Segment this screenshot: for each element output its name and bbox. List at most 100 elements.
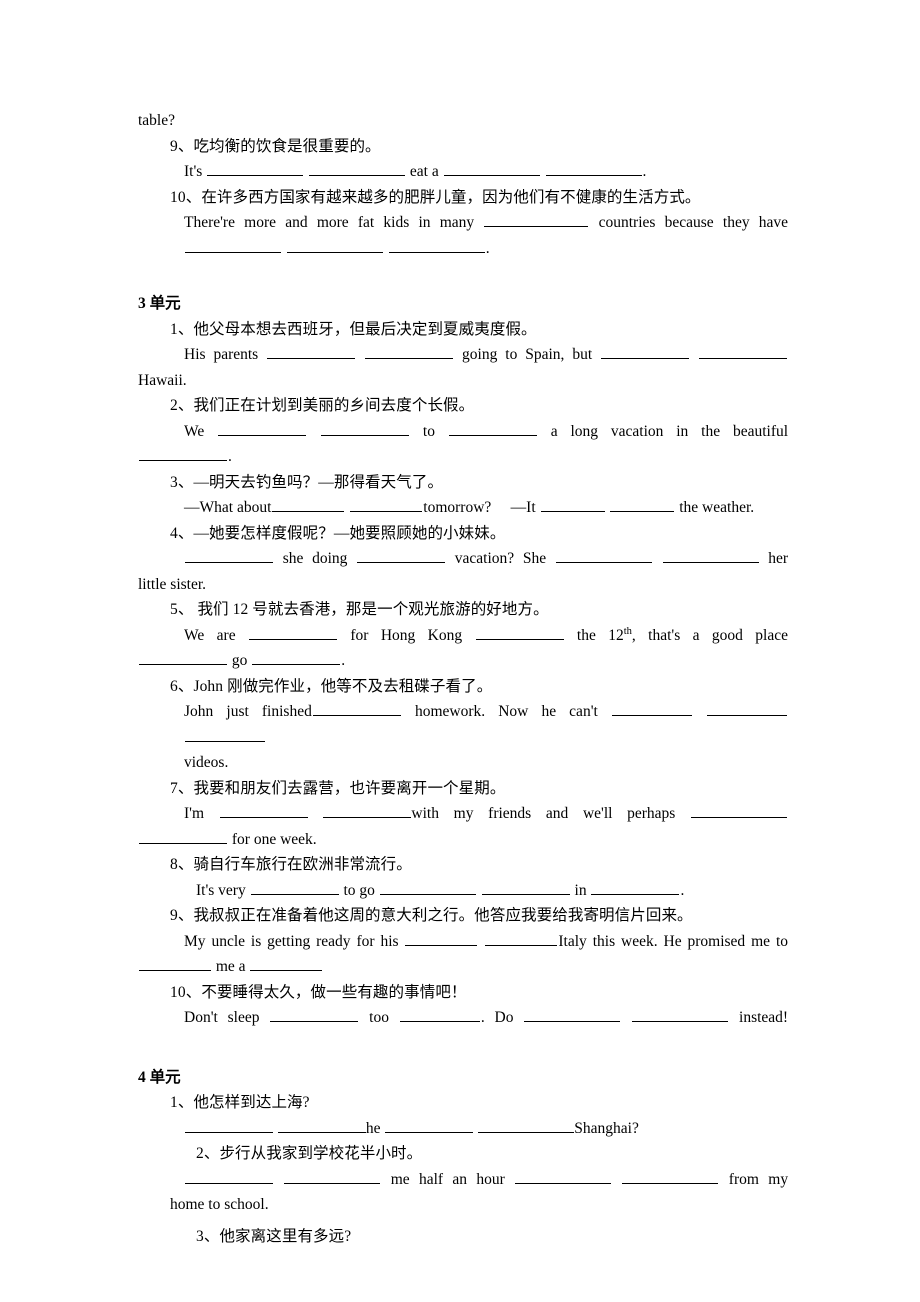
u3-item9-english-line2: me a (138, 954, 788, 980)
answer-blank[interactable] (252, 652, 341, 665)
answer-blank[interactable] (478, 1120, 575, 1133)
u2-item10-english-line2: . (184, 236, 788, 262)
answer-blank[interactable] (139, 652, 227, 665)
u2-item9-number: 9、 (170, 137, 194, 155)
answer-blank[interactable] (277, 1120, 366, 1133)
answer-blank[interactable] (207, 163, 304, 176)
answer-blank[interactable] (622, 1171, 719, 1184)
answer-blank[interactable] (357, 550, 446, 563)
answer-blank[interactable] (286, 240, 383, 253)
answer-blank[interactable] (309, 163, 406, 176)
u3-item5-date-post: , that's a good place (631, 626, 788, 644)
answer-blank[interactable] (524, 1009, 621, 1022)
answer-blank[interactable] (139, 958, 211, 971)
carryover-text: table? (138, 112, 176, 129)
answer-blank[interactable] (662, 550, 759, 563)
answer-blank[interactable] (540, 499, 605, 512)
u2-item9-chinese: 9、吃均衡的饮食是很重要的。 (170, 134, 788, 160)
answer-blank[interactable] (270, 1009, 359, 1022)
answer-blank[interactable] (611, 703, 692, 716)
answer-blank[interactable] (632, 1009, 729, 1022)
answer-blank[interactable] (399, 1009, 480, 1022)
u3-item9-tail: me a (215, 958, 246, 975)
u2-item9-end: . (642, 163, 647, 180)
answer-blank[interactable] (591, 882, 680, 895)
u3-item2-english-line1: We to a long vacation in the beautiful (184, 419, 788, 445)
answer-blank[interactable] (481, 882, 570, 895)
worksheet-page: table? 9、吃均衡的饮食是很重要的。 It's eat a . 10、在许… (0, 0, 920, 1302)
answer-blank[interactable] (219, 805, 308, 818)
answer-blank[interactable] (139, 831, 227, 844)
answer-blank[interactable] (284, 1171, 381, 1184)
u3-item4-mid3: She (522, 550, 547, 567)
answer-blank[interactable] (484, 214, 589, 227)
answer-blank[interactable] (350, 499, 423, 512)
answer-blank[interactable] (555, 550, 652, 563)
u3-item9-chinese-text: 我叔叔正在准备着他这周的意大利之行。他答应我要给我寄明信片回来。 (193, 907, 693, 924)
u3-item4-english-line2: little sister. (138, 572, 788, 598)
answer-blank[interactable] (312, 703, 401, 716)
answer-blank[interactable] (321, 423, 410, 436)
answer-blank[interactable] (185, 550, 273, 563)
answer-blank[interactable] (185, 1171, 273, 1184)
u3-item8-english: It's very to go in . (196, 878, 788, 904)
unit4-heading: 4 单元 (138, 1068, 181, 1086)
answer-blank[interactable] (388, 240, 485, 253)
answer-blank[interactable] (379, 882, 476, 895)
u3-item4-chinese: 4、—她要怎样度假呢？—她要照顾她的小妹妹。 (170, 521, 788, 547)
answer-blank[interactable] (601, 346, 690, 359)
answer-blank[interactable] (691, 805, 788, 818)
answer-blank[interactable] (139, 448, 227, 461)
u3-item1-tail: Hawaii. (138, 371, 187, 389)
u3-item5-date: the 12th, that's a good place (577, 625, 788, 644)
u3-item3-chinese-text: —明天去钓鱼吗？—那得看天气了。 (193, 473, 444, 491)
u3-item1-number: 1、 (170, 320, 194, 338)
u3-item5-english-line1: We are for Hong Kong the 12th, that's a … (184, 623, 788, 649)
answer-blank[interactable] (515, 1171, 612, 1184)
u3-item5-number: 5、 (170, 601, 194, 618)
u3-item6-english-line1: John just finished homework. Now he can'… (184, 699, 788, 750)
u3-item4-mid2: vacation? (454, 550, 515, 567)
answer-blank[interactable] (385, 1120, 474, 1133)
answer-blank[interactable] (250, 958, 323, 971)
answer-blank[interactable] (185, 1120, 273, 1133)
u2-item10-lead: There're more and more fat kids in many (184, 214, 475, 231)
answer-blank[interactable] (545, 163, 642, 176)
answer-blank[interactable] (218, 423, 307, 436)
answer-blank[interactable] (272, 499, 345, 512)
u3-item3-chinese: 3、—明天去钓鱼吗？—那得看天气了。 (170, 470, 788, 496)
answer-blank[interactable] (248, 627, 337, 640)
u3-item3-a-lead: —It (510, 499, 536, 516)
answer-blank[interactable] (405, 933, 478, 946)
u3-item5-english-line2: go . (138, 648, 788, 674)
answer-blank[interactable] (699, 346, 788, 359)
u3-item10-english: Don't sleep too . Do instead! (184, 1005, 788, 1031)
answer-blank[interactable] (707, 703, 788, 716)
answer-blank[interactable] (485, 933, 558, 946)
answer-blank[interactable] (475, 627, 564, 640)
u3-item5-chinese-text: 我们 12 号就去香港，那是一个观光旅游的好地方。 (197, 601, 549, 618)
answer-blank[interactable] (448, 423, 537, 436)
u4-item2-number: 2、 (196, 1145, 220, 1162)
u3-item5-chinese: 5、 我们 12 号就去香港，那是一个观光旅游的好地方。 (170, 597, 788, 623)
answer-blank[interactable] (323, 805, 412, 818)
answer-blank[interactable] (267, 346, 356, 359)
u4-item1-chinese: 1、他怎样到达上海? (170, 1090, 788, 1116)
answer-blank[interactable] (365, 346, 454, 359)
u3-item7-chinese-text: 我要和朋友们去露营，也许要离开一个星期。 (193, 779, 506, 797)
u3-item5-mid: for Hong Kong (350, 626, 463, 644)
answer-blank[interactable] (443, 163, 540, 176)
answer-blank[interactable] (185, 729, 265, 742)
u4-item1-mid: he (365, 1119, 381, 1137)
u4-item3-chinese: 3、他家离这里有多远? (196, 1224, 788, 1250)
ordinal-suffix: th (623, 625, 632, 637)
page-content-column: table? 9、吃均衡的饮食是很重要的。 It's eat a . 10、在许… (138, 108, 788, 1249)
u3-item8-chinese-text: 骑自行车旅行在欧洲非常流行。 (193, 856, 412, 873)
answer-blank[interactable] (250, 882, 339, 895)
answer-blank[interactable] (185, 240, 281, 253)
answer-blank[interactable] (610, 499, 675, 512)
u4-item1-chinese-text: 他怎样到达上海? (193, 1094, 310, 1111)
u3-item8-lead: It's very (196, 881, 246, 899)
